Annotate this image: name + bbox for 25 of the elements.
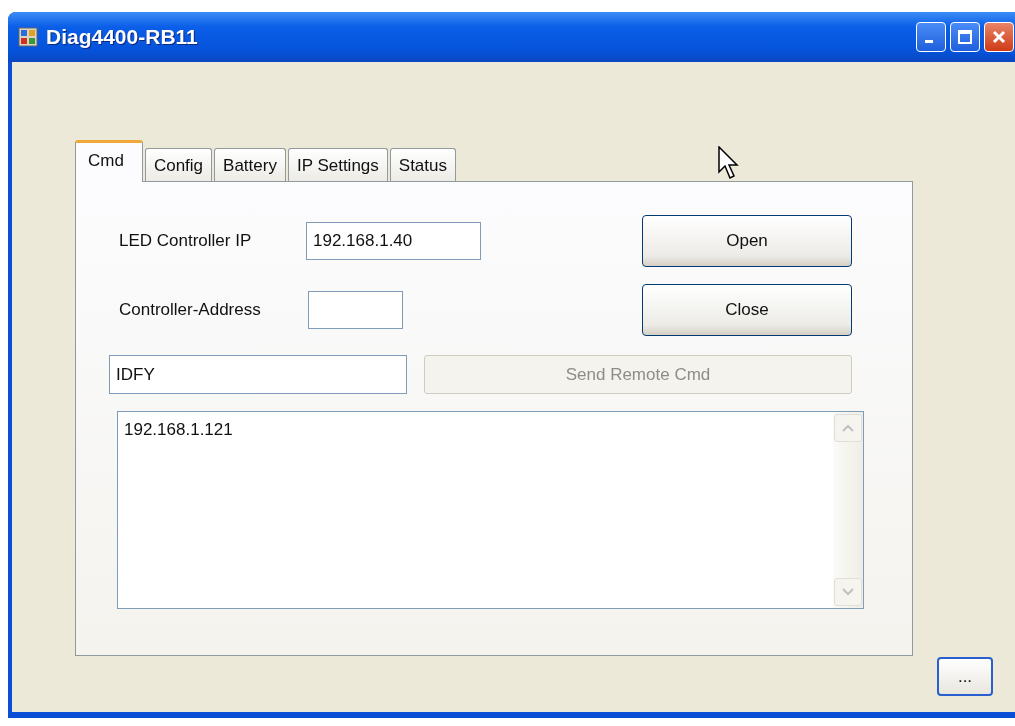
tab[interactable]: IP Settings [287, 148, 388, 181]
window-title: Diag4400-RB11 [46, 25, 198, 49]
output-box[interactable]: 192.168.1.121 [117, 411, 864, 609]
address-field[interactable] [308, 291, 403, 329]
close-button[interactable] [984, 22, 1014, 52]
tab[interactable]: Status [389, 148, 456, 181]
minimize-icon [925, 40, 933, 43]
dialog-button[interactable]: Open [642, 215, 852, 267]
command-field[interactable]: IDFY [109, 355, 407, 394]
ip-field[interactable]: 192.168.1.40 [306, 222, 481, 260]
dialog-button[interactable]: Close [642, 284, 852, 336]
more-button[interactable]: ... [937, 657, 993, 696]
mouse-cursor-icon [718, 146, 740, 180]
maximize-icon [957, 29, 973, 45]
close-icon [991, 29, 1007, 45]
scrollbar[interactable] [833, 412, 863, 608]
tab[interactable]: Cmd [75, 140, 143, 182]
maximize-button[interactable] [950, 22, 980, 52]
output-line: 192.168.1.121 [124, 420, 234, 440]
minimize-button[interactable] [916, 22, 946, 52]
tab[interactable]: Config [144, 148, 213, 181]
app-icon [18, 27, 38, 47]
field-label: LED Controller IP [119, 231, 253, 251]
field-label: Controller-Address [119, 300, 262, 320]
tab[interactable]: Battery [214, 148, 286, 181]
